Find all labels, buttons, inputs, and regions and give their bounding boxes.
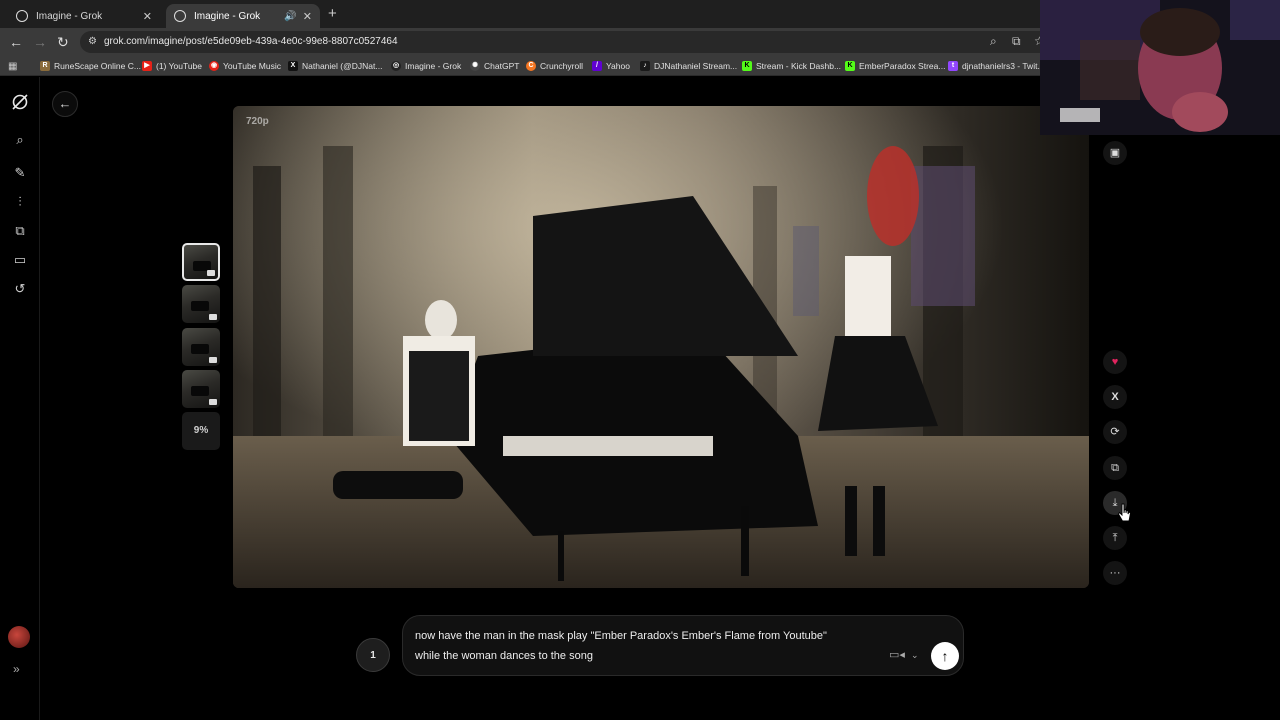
kick-icon: K — [742, 61, 752, 71]
kick-icon: K — [845, 61, 855, 71]
tab-title: Imagine - Grok — [194, 10, 261, 22]
prompt-text[interactable]: now have the man in the mask play "Ember… — [415, 626, 835, 666]
video-camera-icon: ▭◂ — [889, 649, 905, 661]
download-icon: ⤓ — [1112, 497, 1118, 509]
bookmark-x[interactable]: X Nathaniel (@DJNat... — [288, 59, 382, 73]
thumbnail-item[interactable] — [182, 328, 220, 366]
thumbnail-item[interactable] — [182, 243, 220, 281]
address-bar[interactable]: ⚙ grok.com/imagine/post/e5de09eb-439a-4e… — [80, 31, 1050, 53]
bookmark-kick-dashboard[interactable]: K Stream - Kick Dashb... — [742, 59, 841, 73]
close-icon[interactable]: ✕ — [143, 10, 152, 23]
more-button[interactable]: ··· — [1103, 561, 1127, 585]
webcam-feed-image — [1040, 0, 1280, 135]
ellipsis-icon: ··· — [1109, 567, 1121, 579]
reload-icon[interactable]: ↻ — [57, 34, 69, 50]
bookmark-twitch[interactable]: t djnathanielrs3 - Twit... — [948, 59, 1045, 73]
avatar[interactable] — [8, 626, 30, 648]
url-text[interactable]: grok.com/imagine/post/e5de09eb-439a-4e0c… — [104, 36, 398, 47]
speaker-icon[interactable]: 🔊 — [284, 11, 296, 22]
like-button[interactable]: ♥ — [1103, 350, 1127, 374]
image-mode-icon[interactable]: ▣ — [1103, 141, 1127, 165]
video-icon — [207, 270, 215, 276]
tab-title: Imagine - Grok — [36, 10, 103, 22]
yahoo-icon: / — [592, 61, 602, 71]
prompt-input[interactable]: now have the man in the mask play "Ember… — [402, 615, 964, 676]
search-icon[interactable]: ⌕ — [12, 132, 28, 148]
bookmark-yahoo[interactable]: / Yahoo — [592, 59, 630, 73]
bookmark-grok[interactable]: ◎ Imagine - Grok — [391, 59, 461, 73]
cathedral-scene-image — [233, 106, 1089, 588]
music-icon: ♪ — [640, 61, 650, 71]
webcam-overlay — [1040, 0, 1280, 135]
send-button[interactable]: ↑ — [931, 642, 959, 670]
youtube-icon: ▶ — [142, 61, 152, 71]
back-arrow-icon[interactable]: ← — [9, 34, 23, 50]
generated-video[interactable]: 720p — [233, 106, 1089, 588]
site-info-icon[interactable]: ⚙ — [88, 36, 100, 48]
runescape-icon: R — [40, 61, 50, 71]
edit-image-button[interactable]: ⧉ — [1103, 456, 1127, 480]
chatgpt-icon: ✺ — [470, 61, 480, 71]
chevron-down-icon: ⌄ — [910, 650, 919, 660]
thumbnail-item[interactable] — [182, 370, 220, 408]
resolution-badge: 720p — [246, 116, 269, 127]
close-icon[interactable]: ✕ — [303, 10, 312, 23]
grok-icon: ◎ — [391, 61, 401, 71]
new-tab-button[interactable]: + — [328, 5, 337, 22]
zoom-icon[interactable]: ⌕ — [990, 34, 997, 49]
video-icon — [209, 399, 217, 405]
back-button[interactable]: ← — [52, 91, 78, 117]
imagine-icon[interactable]: ⧉ — [12, 223, 28, 239]
generation-progress: 9% — [182, 412, 220, 450]
bookmark-youtube-music[interactable]: ◉ YouTube Music — [209, 59, 281, 73]
heart-icon: ♥ — [1111, 356, 1119, 368]
thumbnail-item[interactable] — [182, 285, 220, 323]
browser-tab-active[interactable]: Imagine - Grok 🔊 ✕ — [166, 4, 320, 28]
browser-tab[interactable]: Imagine - Grok ✕ — [8, 4, 160, 28]
bookmark-emberparadox[interactable]: K EmberParadox Strea... — [845, 59, 945, 73]
mouse-cursor-icon — [1118, 503, 1131, 522]
piano-icon — [191, 386, 209, 396]
crunchyroll-icon: C — [526, 61, 536, 71]
regenerate-button[interactable]: ⟳ — [1103, 420, 1127, 444]
x-icon: X — [288, 61, 298, 71]
x-icon: X — [1111, 391, 1119, 403]
apps-grid-icon[interactable]: ▦ — [8, 59, 17, 73]
app-sidebar: ⌕ ✎ ⫶ ⧉ ▭ ↺ — [0, 77, 40, 720]
bookmark-youtube[interactable]: ▶ (1) YouTube — [142, 59, 202, 73]
refresh-icon: ⟳ — [1110, 426, 1120, 438]
share-x-button[interactable]: X — [1103, 385, 1127, 409]
piano-icon — [191, 301, 209, 311]
forward-arrow-icon[interactable]: → — [33, 34, 47, 50]
voice-icon[interactable]: ⫶ — [12, 194, 28, 210]
bookmark-chatgpt[interactable]: ✺ ChatGPT — [470, 59, 519, 73]
video-mode-dropdown[interactable]: ▭◂ ⌄ — [889, 648, 919, 661]
bookmark-djnathaniel-stream[interactable]: ♪ DJNathaniel Stream... — [640, 59, 737, 73]
twitch-icon: t — [948, 61, 958, 71]
bookmark-runescape[interactable]: R RuneScape Online C... — [40, 59, 141, 73]
install-app-icon[interactable]: ⧉ — [1012, 34, 1021, 49]
share-button[interactable]: ⤒ — [1103, 526, 1127, 550]
compose-icon[interactable]: ✎ — [12, 165, 28, 181]
folder-icon[interactable]: ▭ — [12, 252, 28, 268]
image-edit-icon: ⧉ — [1111, 462, 1119, 474]
history-icon[interactable]: ↺ — [12, 281, 28, 297]
upload-icon: ⤒ — [1112, 532, 1118, 544]
generation-count-badge[interactable]: 1 — [356, 638, 390, 672]
arrow-up-icon: ↑ — [941, 648, 949, 664]
piano-icon — [191, 344, 209, 354]
expand-sidebar-icon[interactable]: » — [13, 662, 20, 676]
grok-icon — [16, 10, 28, 22]
video-icon — [209, 314, 217, 320]
grok-icon — [174, 10, 186, 22]
youtube-music-icon: ◉ — [209, 61, 219, 71]
video-icon — [209, 357, 217, 363]
bookmark-crunchyroll[interactable]: C Crunchyroll — [526, 59, 583, 73]
grok-logo-icon[interactable] — [11, 93, 29, 111]
